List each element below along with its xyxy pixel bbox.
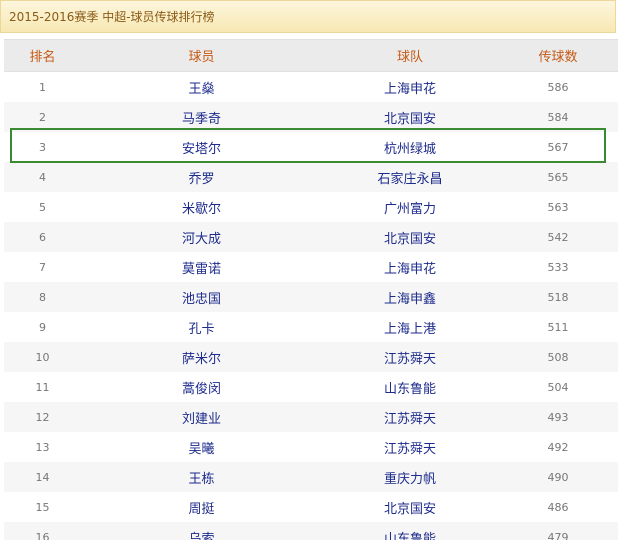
table-row: 15 周挺 北京国安 486: [4, 492, 618, 522]
passes-cell: 542: [547, 230, 569, 244]
passes-cell: 533: [547, 260, 569, 274]
table-row: 13 吴曦 江苏舜天 492: [4, 432, 618, 462]
table-row: 8 池忠国 上海申鑫 518: [4, 282, 618, 312]
rank-cell: 14: [35, 470, 50, 484]
player-link[interactable]: 马季奇: [81, 108, 322, 127]
rank-cell: 2: [39, 110, 46, 124]
player-link[interactable]: 吴曦: [81, 438, 322, 457]
table-row: 1 王燊 上海申花 586: [4, 72, 618, 102]
table-header: 排名 球员 球队 传球数: [4, 39, 618, 72]
table-row: 6 河大成 北京国安 542: [4, 222, 618, 252]
header-team: 球队: [396, 50, 423, 65]
team-link[interactable]: 上海申鑫: [322, 288, 498, 307]
player-link[interactable]: 莫雷诺: [81, 258, 322, 277]
player-link[interactable]: 安塔尔: [81, 138, 322, 157]
rank-cell: 10: [35, 350, 50, 364]
rank-cell: 3: [39, 140, 46, 154]
player-link[interactable]: 乌索: [81, 528, 322, 540]
table-row: 10 萨米尔 江苏舜天 508: [4, 342, 618, 372]
team-link[interactable]: 重庆力帆: [322, 468, 498, 487]
player-link[interactable]: 王燊: [81, 78, 322, 97]
rank-cell: 8: [39, 290, 46, 304]
passes-cell: 493: [547, 410, 569, 424]
header-rank: 排名: [29, 50, 56, 65]
passes-cell: 518: [547, 290, 569, 304]
player-link[interactable]: 孔卡: [81, 318, 322, 337]
header-player: 球员: [188, 50, 215, 65]
player-link[interactable]: 王栋: [81, 468, 322, 487]
passes-cell: 586: [547, 80, 569, 94]
table-row: 9 孔卡 上海上港 511: [4, 312, 618, 342]
player-link[interactable]: 刘建业: [81, 408, 322, 427]
team-link[interactable]: 江苏舜天: [322, 438, 498, 457]
player-link[interactable]: 米歇尔: [81, 198, 322, 217]
player-link[interactable]: 周挺: [81, 498, 322, 517]
table-row: 4 乔罗 石家庄永昌 565: [4, 162, 618, 192]
table-row: 11 蒿俊闵 山东鲁能 504: [4, 372, 618, 402]
page-title: 2015-2016赛季 中超-球员传球排行榜: [0, 0, 616, 33]
passes-cell: 492: [547, 440, 569, 454]
table-row: 7 莫雷诺 上海申花 533: [4, 252, 618, 282]
team-link[interactable]: 江苏舜天: [322, 408, 498, 427]
rank-cell: 7: [39, 260, 46, 274]
table-row: 14 王栋 重庆力帆 490: [4, 462, 618, 492]
player-link[interactable]: 蒿俊闵: [81, 378, 322, 397]
player-link[interactable]: 萨米尔: [81, 348, 322, 367]
passes-cell: 479: [547, 530, 569, 540]
passes-cell: 490: [547, 470, 569, 484]
passes-cell: 565: [547, 170, 569, 184]
table-row: 12 刘建业 江苏舜天 493: [4, 402, 618, 432]
table-row: 5 米歇尔 广州富力 563: [4, 192, 618, 222]
passes-cell: 504: [547, 380, 569, 394]
passes-cell: 567: [547, 140, 569, 154]
passes-cell: 508: [547, 350, 569, 364]
rank-cell: 11: [35, 380, 50, 394]
passes-cell: 511: [547, 320, 569, 334]
rank-cell: 13: [35, 440, 50, 454]
player-link[interactable]: 河大成: [81, 228, 322, 247]
rank-cell: 1: [39, 80, 46, 94]
header-passes: 传球数: [538, 50, 578, 65]
team-link[interactable]: 上海申花: [322, 78, 498, 97]
team-link[interactable]: 上海申花: [322, 258, 498, 277]
table-row: 3 安塔尔 杭州绿城 567: [4, 132, 618, 162]
rank-cell: 15: [35, 500, 50, 514]
team-link[interactable]: 石家庄永昌: [322, 168, 498, 187]
rank-cell: 16: [35, 530, 50, 540]
table-row: 2 马季奇 北京国安 584: [4, 102, 618, 132]
rank-cell: 5: [39, 200, 46, 214]
player-link[interactable]: 乔罗: [81, 168, 322, 187]
team-link[interactable]: 广州富力: [322, 198, 498, 217]
rank-cell: 6: [39, 230, 46, 244]
team-link[interactable]: 山东鲁能: [322, 528, 498, 540]
player-link[interactable]: 池忠国: [81, 288, 322, 307]
team-link[interactable]: 北京国安: [322, 498, 498, 517]
team-link[interactable]: 北京国安: [322, 228, 498, 247]
ranking-table: 排名 球员 球队 传球数 1 王燊 上海申花 586 2 马季奇 北京国安 58…: [4, 39, 618, 540]
team-link[interactable]: 杭州绿城: [322, 138, 498, 157]
passes-cell: 584: [547, 110, 569, 124]
team-link[interactable]: 北京国安: [322, 108, 498, 127]
passes-cell: 563: [547, 200, 569, 214]
table-row: 16 乌索 山东鲁能 479: [4, 522, 618, 540]
passes-cell: 486: [547, 500, 569, 514]
rank-cell: 9: [39, 320, 46, 334]
team-link[interactable]: 江苏舜天: [322, 348, 498, 367]
rank-cell: 12: [35, 410, 50, 424]
team-link[interactable]: 山东鲁能: [322, 378, 498, 397]
rank-cell: 4: [39, 170, 46, 184]
team-link[interactable]: 上海上港: [322, 318, 498, 337]
